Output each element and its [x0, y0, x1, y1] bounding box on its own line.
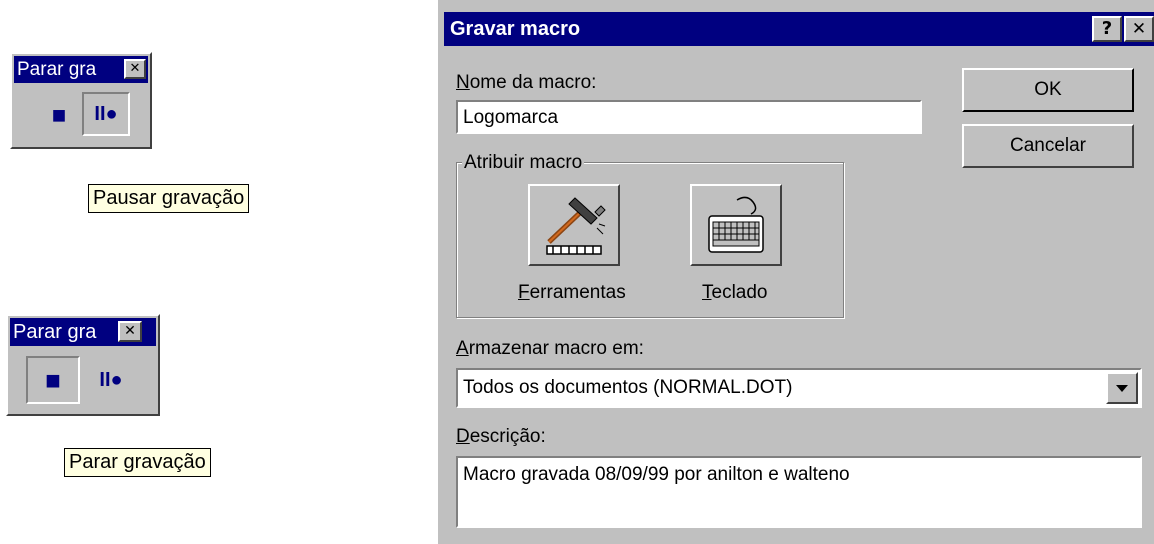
assign-macro-group: [456, 162, 844, 318]
dialog-title: Gravar macro: [450, 18, 581, 40]
toolbars-button[interactable]: [528, 184, 620, 266]
store-macro-select[interactable]: Todos os documentos (NORMAL.DOT): [456, 368, 1142, 408]
assign-macro-group-label: Atribuir macro: [462, 152, 585, 174]
pause-icon: II●: [94, 103, 118, 125]
chevron-down-icon: [1116, 385, 1128, 392]
toolbar-title: Parar gra: [17, 59, 97, 80]
stop-button[interactable]: ■: [42, 96, 76, 136]
dialog-close-button[interactable]: ✕: [1124, 16, 1154, 42]
stop-recording-toolbar-2: Parar gra ✕ ■ II●: [6, 314, 160, 416]
help-button[interactable]: ?: [1092, 16, 1122, 42]
help-icon: ?: [1101, 18, 1113, 39]
keyboard-button[interactable]: [690, 184, 782, 266]
stop-tooltip: Parar gravação: [64, 448, 211, 477]
stop-recording-toolbar: Parar gra ✕ ■ II●: [10, 52, 152, 149]
store-macro-label: Armazenar macro em:: [456, 338, 644, 359]
close-icon: ✕: [129, 61, 141, 76]
description-label: Descrição:: [456, 426, 546, 447]
macro-name-label: Nome da macro:: [456, 72, 597, 93]
ok-button[interactable]: OK: [962, 68, 1134, 112]
pause-button[interactable]: II●: [82, 92, 130, 136]
pause-tooltip: Pausar gravação: [88, 184, 250, 213]
close-icon: ✕: [124, 323, 136, 339]
toolbar-title: Parar gra: [13, 321, 97, 343]
keyboard-icon: [708, 196, 764, 253]
keyboard-label: Teclado: [702, 282, 768, 303]
toolbar-close-button[interactable]: ✕: [124, 59, 146, 79]
toolbar-close-button[interactable]: ✕: [118, 321, 142, 342]
description-textarea[interactable]: Macro gravada 08/09/99 por anilton e wal…: [456, 456, 1142, 528]
stop-button[interactable]: ■: [26, 356, 80, 404]
toolbar-title-bar[interactable]: Parar gra ✕: [10, 318, 156, 346]
macro-name-input[interactable]: Logomarca: [456, 100, 922, 134]
close-icon: ✕: [1131, 19, 1147, 39]
dropdown-button[interactable]: [1106, 372, 1138, 404]
pause-icon: II●: [99, 369, 123, 391]
toolbars-label: Ferramentas: [518, 282, 626, 303]
pause-button[interactable]: II●: [86, 358, 136, 402]
stop-icon: ■: [45, 365, 61, 395]
cancel-button[interactable]: Cancelar: [962, 124, 1134, 168]
record-macro-dialog: Gravar macro ? ✕ Nome da macro: Logomarc…: [436, 0, 1154, 544]
dialog-title-bar[interactable]: Gravar macro ? ✕: [444, 12, 1154, 46]
hammer-icon: [546, 197, 606, 255]
toolbar-title-bar[interactable]: Parar gra ✕: [14, 56, 148, 83]
stop-icon: ■: [51, 102, 67, 129]
